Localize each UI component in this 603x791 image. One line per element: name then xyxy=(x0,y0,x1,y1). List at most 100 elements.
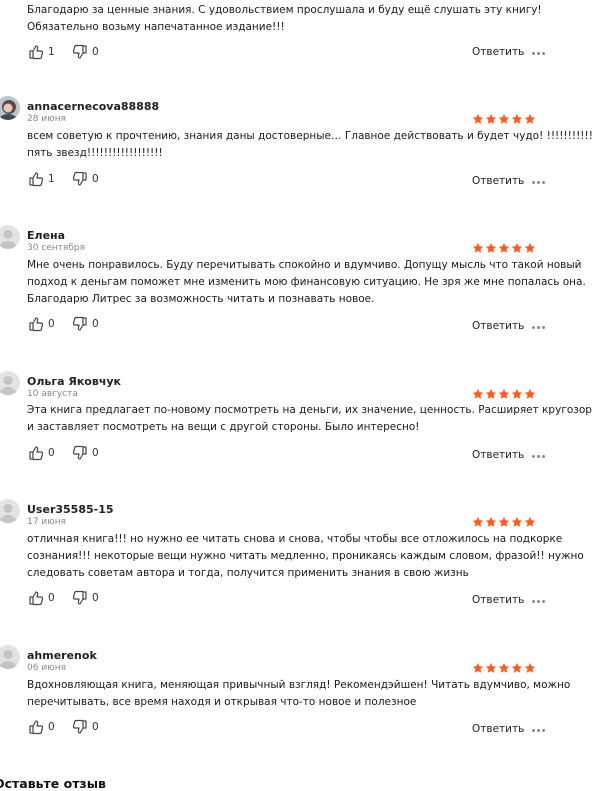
star-icon xyxy=(485,242,497,254)
star-icon xyxy=(511,662,523,674)
star-icon xyxy=(472,388,484,400)
review-text-line: пять звезд!!!!!!!!!!!!!!!!!! xyxy=(27,147,163,159)
review-text-line: Мне очень понравилось. Буду перечитывать… xyxy=(27,259,582,271)
review-text-line: Благодарю Литрес за возможность читать и… xyxy=(27,293,375,305)
star-icon xyxy=(524,113,536,125)
like-button[interactable]: 0 xyxy=(28,445,55,461)
star-icon xyxy=(498,242,510,254)
review-text-line: перечитывать, все время находя и открыва… xyxy=(27,696,417,708)
dislike-button[interactable]: 0 xyxy=(72,445,99,461)
review-author[interactable]: ahmerenok xyxy=(27,649,97,662)
reply-button[interactable]: Ответить xyxy=(472,449,524,461)
thumbs-up-icon xyxy=(28,44,44,60)
like-count: 0 xyxy=(48,721,55,733)
star-icon xyxy=(472,516,484,528)
review-text-line: и заставляет посмотреть на вещи с другой… xyxy=(27,421,420,433)
leave-review-heading: Оставьте отзыв xyxy=(0,776,106,791)
review-author[interactable]: annacernecova88888 xyxy=(27,100,159,113)
review-date: 10 августа xyxy=(27,389,78,399)
dislike-button[interactable]: 0 xyxy=(72,719,99,735)
like-count: 1 xyxy=(48,173,55,185)
review-author[interactable]: Елена xyxy=(27,229,65,242)
star-icon xyxy=(498,113,510,125)
thumbs-down-icon xyxy=(72,44,88,60)
reply-button[interactable]: Ответить xyxy=(472,320,524,332)
more-options-icon[interactable] xyxy=(532,325,548,329)
review-text-line: сознания!!! некоторые вещи нужно читать … xyxy=(27,550,584,562)
star-icon xyxy=(472,113,484,125)
like-button[interactable]: 1 xyxy=(28,44,55,60)
review-text-line: отличная книга!!! но нужно ее читать сно… xyxy=(27,533,563,545)
star-icon xyxy=(485,113,497,125)
like-button[interactable]: 1 xyxy=(28,171,55,187)
review-text-line: Эта книга предлагает по-новому посмотрет… xyxy=(27,404,592,416)
thumbs-up-icon xyxy=(28,445,44,461)
like-button[interactable]: 0 xyxy=(28,316,55,332)
dislike-count: 0 xyxy=(92,592,99,604)
review-date: 28 июня xyxy=(27,114,67,124)
review-date: 30 сентября xyxy=(27,243,86,253)
thumbs-down-icon xyxy=(72,590,88,606)
dislike-button[interactable]: 0 xyxy=(72,316,99,332)
dislike-count: 0 xyxy=(92,721,99,733)
review-author[interactable]: User35585-15 xyxy=(27,503,114,516)
star-icon xyxy=(472,242,484,254)
dislike-button[interactable]: 0 xyxy=(72,44,99,60)
star-icon xyxy=(498,662,510,674)
review-text: Эта книга предлагает по-новому посмотрет… xyxy=(27,402,592,436)
dislike-button[interactable]: 0 xyxy=(72,590,99,606)
reply-button[interactable]: Ответить xyxy=(472,594,524,606)
thumbs-up-icon xyxy=(28,316,44,332)
reply-button[interactable]: Ответить xyxy=(472,46,524,58)
thumbs-down-icon xyxy=(72,316,88,332)
review-text-line: Вдохновляющая книга, меняющая привычный … xyxy=(27,679,571,691)
review-date: 06 июня xyxy=(27,663,67,673)
like-count: 1 xyxy=(48,46,55,58)
rating-stars xyxy=(472,388,536,400)
user-avatar xyxy=(0,96,20,120)
thumbs-up-icon xyxy=(28,171,44,187)
reply-button[interactable]: Ответить xyxy=(472,175,524,187)
star-icon xyxy=(498,516,510,528)
review-text-line: Благодарю за ценные знания. С удовольств… xyxy=(27,4,542,16)
review-date: 17 июня xyxy=(27,517,67,527)
star-icon xyxy=(511,242,523,254)
review-text-line: следовать советам автора и тогда, получи… xyxy=(27,567,469,579)
thumbs-down-icon xyxy=(72,445,88,461)
more-options-icon[interactable] xyxy=(532,51,548,55)
like-button[interactable]: 0 xyxy=(28,719,55,735)
star-icon xyxy=(524,242,536,254)
star-icon xyxy=(511,388,523,400)
star-icon xyxy=(511,113,523,125)
review-text: Вдохновляющая книга, меняющая привычный … xyxy=(27,677,571,711)
more-options-icon[interactable] xyxy=(532,728,548,732)
rating-stars xyxy=(472,516,536,528)
rating-stars xyxy=(472,662,536,674)
review-text-line: Обязательно возьму напечатанное издание!… xyxy=(27,21,285,33)
dislike-button[interactable]: 0 xyxy=(72,171,99,187)
review-text-line: подход к деньгам поможет мне изменить мо… xyxy=(27,276,586,288)
star-icon xyxy=(498,388,510,400)
more-options-icon[interactable] xyxy=(532,180,548,184)
like-button[interactable]: 0 xyxy=(28,590,55,606)
dislike-count: 0 xyxy=(92,318,99,330)
review-text: всем советую к прочтению, знания даны до… xyxy=(27,128,593,162)
user-avatar xyxy=(0,371,20,395)
thumbs-down-icon xyxy=(72,171,88,187)
star-icon xyxy=(485,388,497,400)
rating-stars xyxy=(472,242,536,254)
star-icon xyxy=(472,662,484,674)
reply-button[interactable]: Ответить xyxy=(472,723,524,735)
star-icon xyxy=(524,662,536,674)
like-count: 0 xyxy=(48,318,55,330)
more-options-icon[interactable] xyxy=(532,599,548,603)
thumbs-up-icon xyxy=(28,719,44,735)
like-count: 0 xyxy=(48,592,55,604)
star-icon xyxy=(485,516,497,528)
review-author[interactable]: Ольга Яковчук xyxy=(27,375,121,388)
thumbs-up-icon xyxy=(28,590,44,606)
dislike-count: 0 xyxy=(92,46,99,58)
more-options-icon[interactable] xyxy=(532,454,548,458)
review-text: Благодарю за ценные знания. С удовольств… xyxy=(27,2,557,36)
dislike-count: 0 xyxy=(92,173,99,185)
